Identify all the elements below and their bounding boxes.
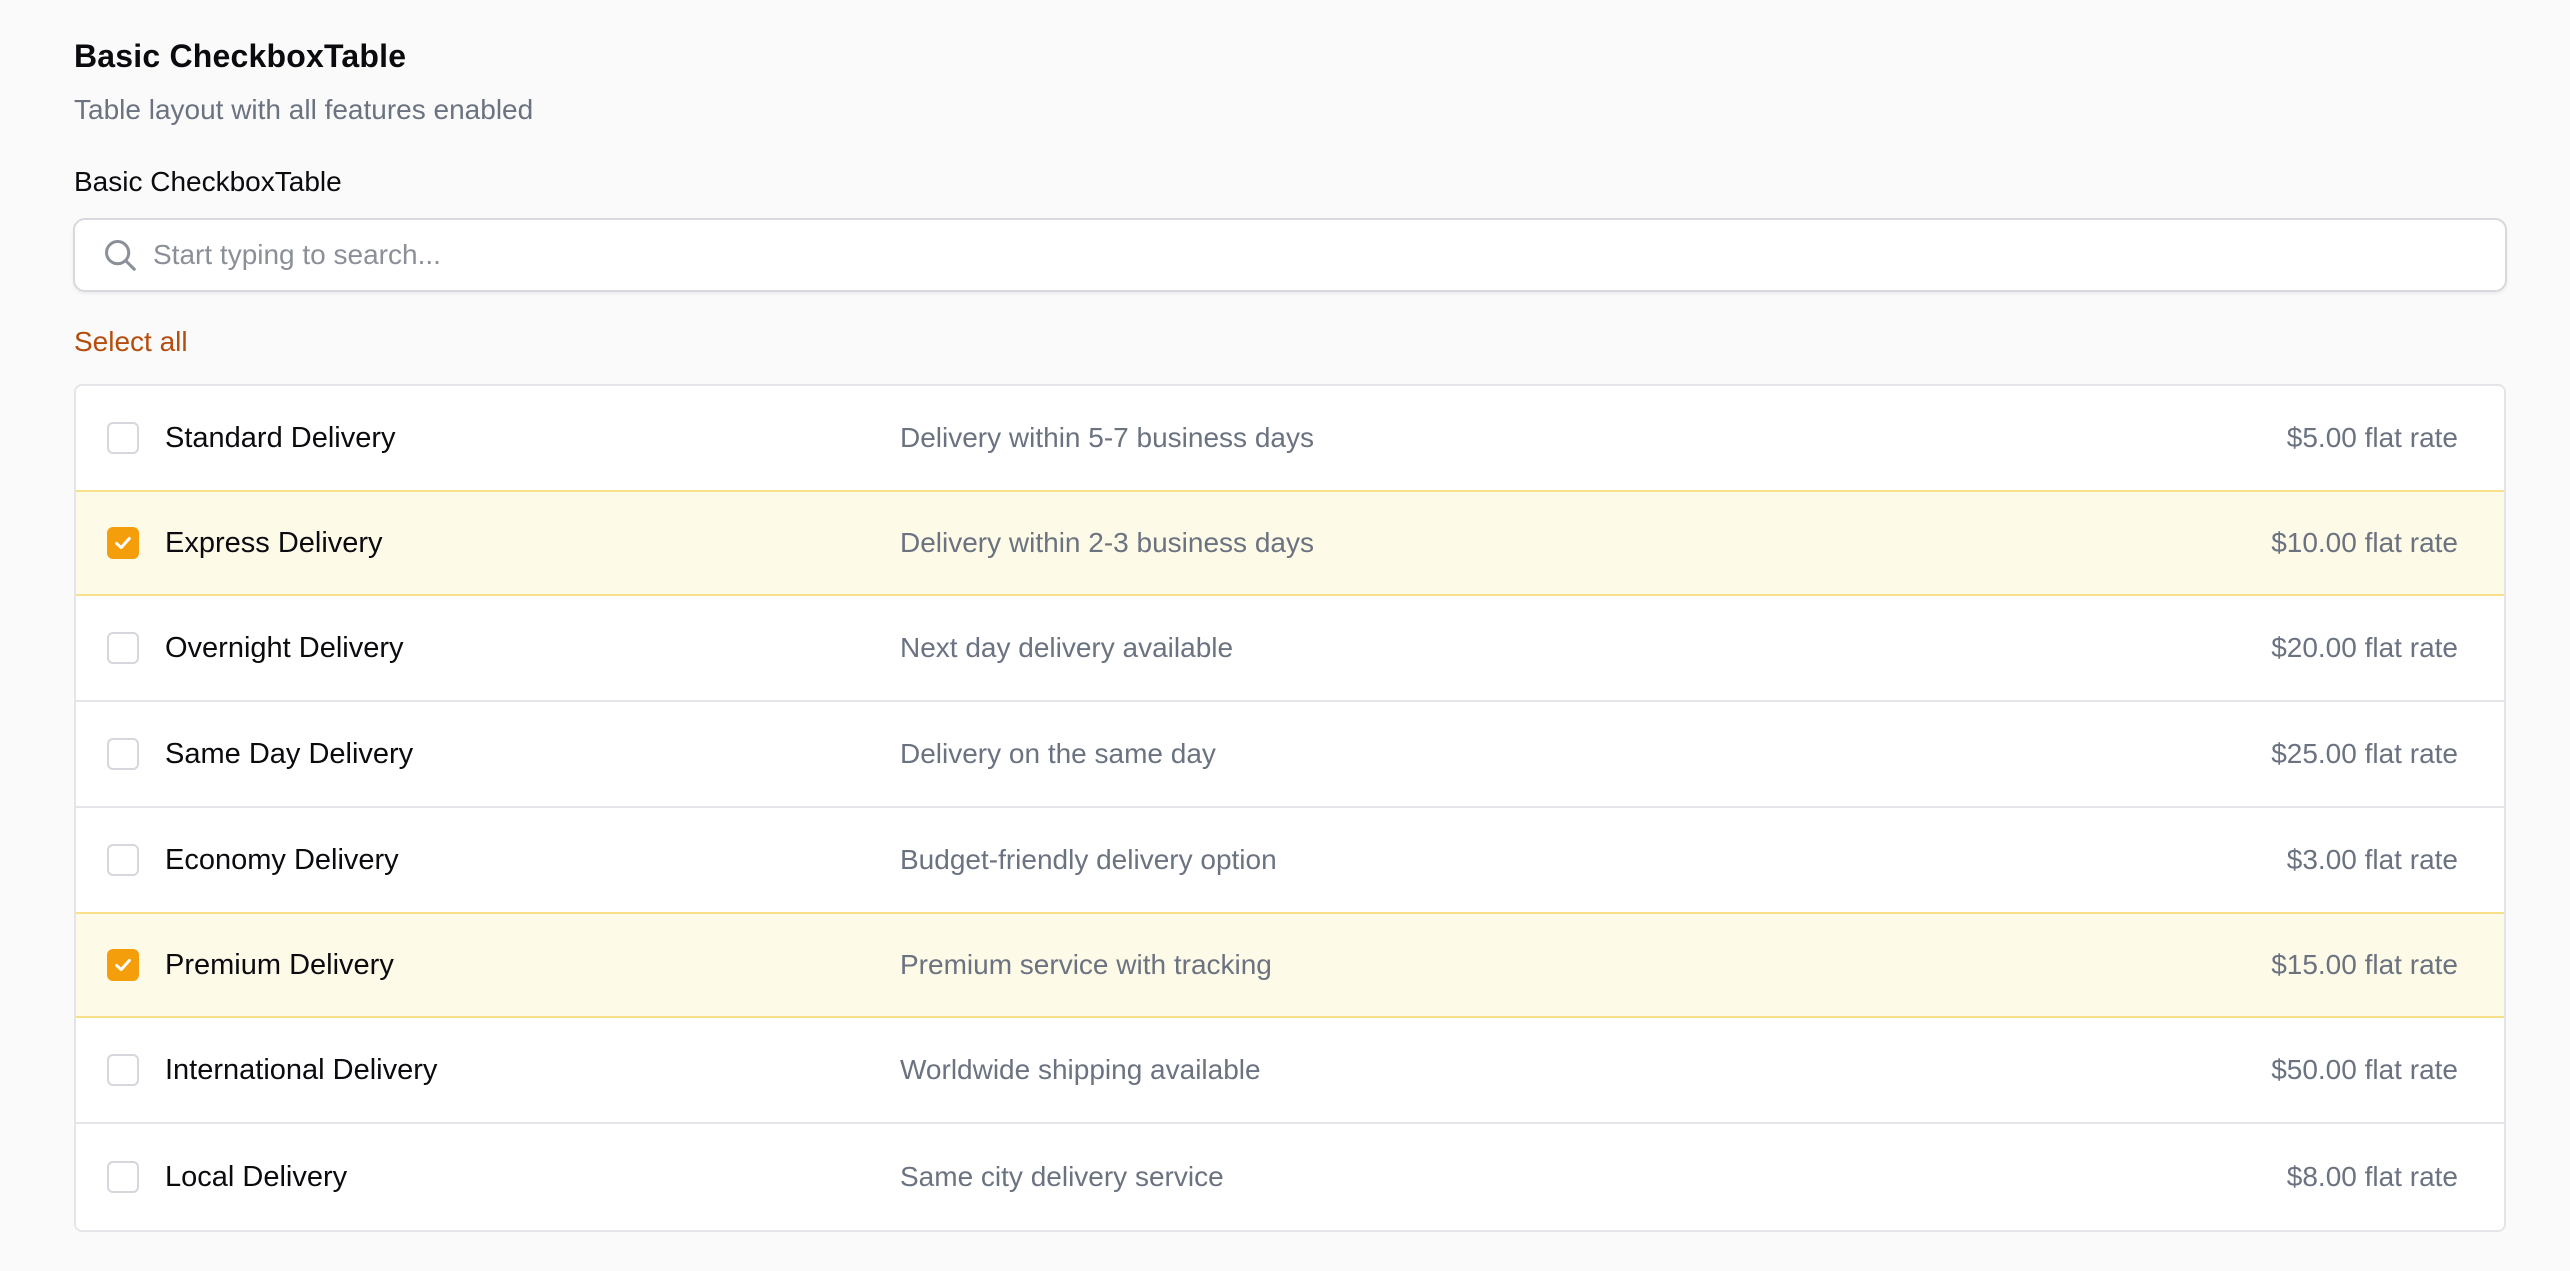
delivery-description: Premium service with tracking (900, 949, 1272, 980)
delivery-name: Same Day Delivery (165, 737, 414, 770)
table-row[interactable]: International Delivery Worldwide shippin… (76, 1018, 2504, 1124)
delivery-name: Overnight Delivery (165, 631, 404, 664)
field-label: Basic CheckboxTable (74, 166, 342, 197)
delivery-name: Express Delivery (165, 526, 383, 559)
delivery-description: Next day delivery available (900, 632, 1234, 663)
delivery-description: Budget-friendly delivery option (900, 844, 1277, 875)
delivery-name: Premium Delivery (165, 948, 394, 981)
row-checkbox[interactable] (107, 844, 139, 876)
delivery-description: Worldwide shipping available (900, 1054, 1261, 1085)
section-subtitle: Table layout with all features enabled (74, 94, 534, 125)
delivery-price: $10.00 flat rate (2271, 527, 2458, 558)
check-icon (115, 958, 131, 972)
row-checkbox[interactable] (107, 1054, 139, 1086)
row-checkbox[interactable] (107, 1161, 139, 1193)
table-row[interactable]: Standard Delivery Delivery within 5-7 bu… (76, 386, 2504, 492)
delivery-description: Same city delivery service (900, 1161, 1224, 1192)
delivery-name: Standard Delivery (165, 421, 396, 454)
table-row[interactable]: Express Delivery Delivery within 2-3 bus… (76, 490, 2504, 596)
row-checkbox[interactable] (107, 422, 139, 454)
delivery-price: $25.00 flat rate (2271, 738, 2458, 769)
table-row[interactable]: Overnight Delivery Next day delivery ava… (76, 596, 2504, 702)
table-row[interactable]: Economy Delivery Budget-friendly deliver… (76, 808, 2504, 914)
select-all-link[interactable]: Select all (74, 326, 188, 358)
delivery-price: $5.00 flat rate (2286, 422, 2458, 453)
table-row[interactable]: Local Delivery Same city delivery servic… (76, 1124, 2504, 1230)
section-title: Basic CheckboxTable (74, 38, 407, 74)
table-row[interactable]: Premium Delivery Premium service with tr… (76, 912, 2504, 1018)
delivery-description: Delivery within 5-7 business days (900, 422, 1314, 453)
checkbox-table: Standard Delivery Delivery within 5-7 bu… (74, 384, 2506, 1232)
row-checkbox[interactable] (107, 738, 139, 770)
search-icon (105, 240, 136, 271)
search-input[interactable] (153, 239, 2453, 271)
delivery-description: Delivery on the same day (900, 738, 1216, 769)
delivery-price: $50.00 flat rate (2271, 1054, 2458, 1085)
check-icon (115, 536, 131, 550)
search-box (73, 218, 2507, 292)
table-row[interactable]: Same Day Delivery Delivery on the same d… (76, 702, 2504, 808)
row-checkbox[interactable] (107, 527, 139, 559)
delivery-description: Delivery within 2-3 business days (900, 527, 1314, 558)
delivery-price: $20.00 flat rate (2271, 632, 2458, 663)
delivery-name: International Delivery (165, 1053, 438, 1086)
row-checkbox[interactable] (107, 632, 139, 664)
delivery-price: $3.00 flat rate (2286, 844, 2458, 875)
delivery-price: $8.00 flat rate (2286, 1161, 2458, 1192)
delivery-name: Economy Delivery (165, 843, 399, 876)
delivery-name: Local Delivery (165, 1160, 348, 1193)
row-checkbox[interactable] (107, 949, 139, 981)
delivery-price: $15.00 flat rate (2271, 949, 2458, 980)
